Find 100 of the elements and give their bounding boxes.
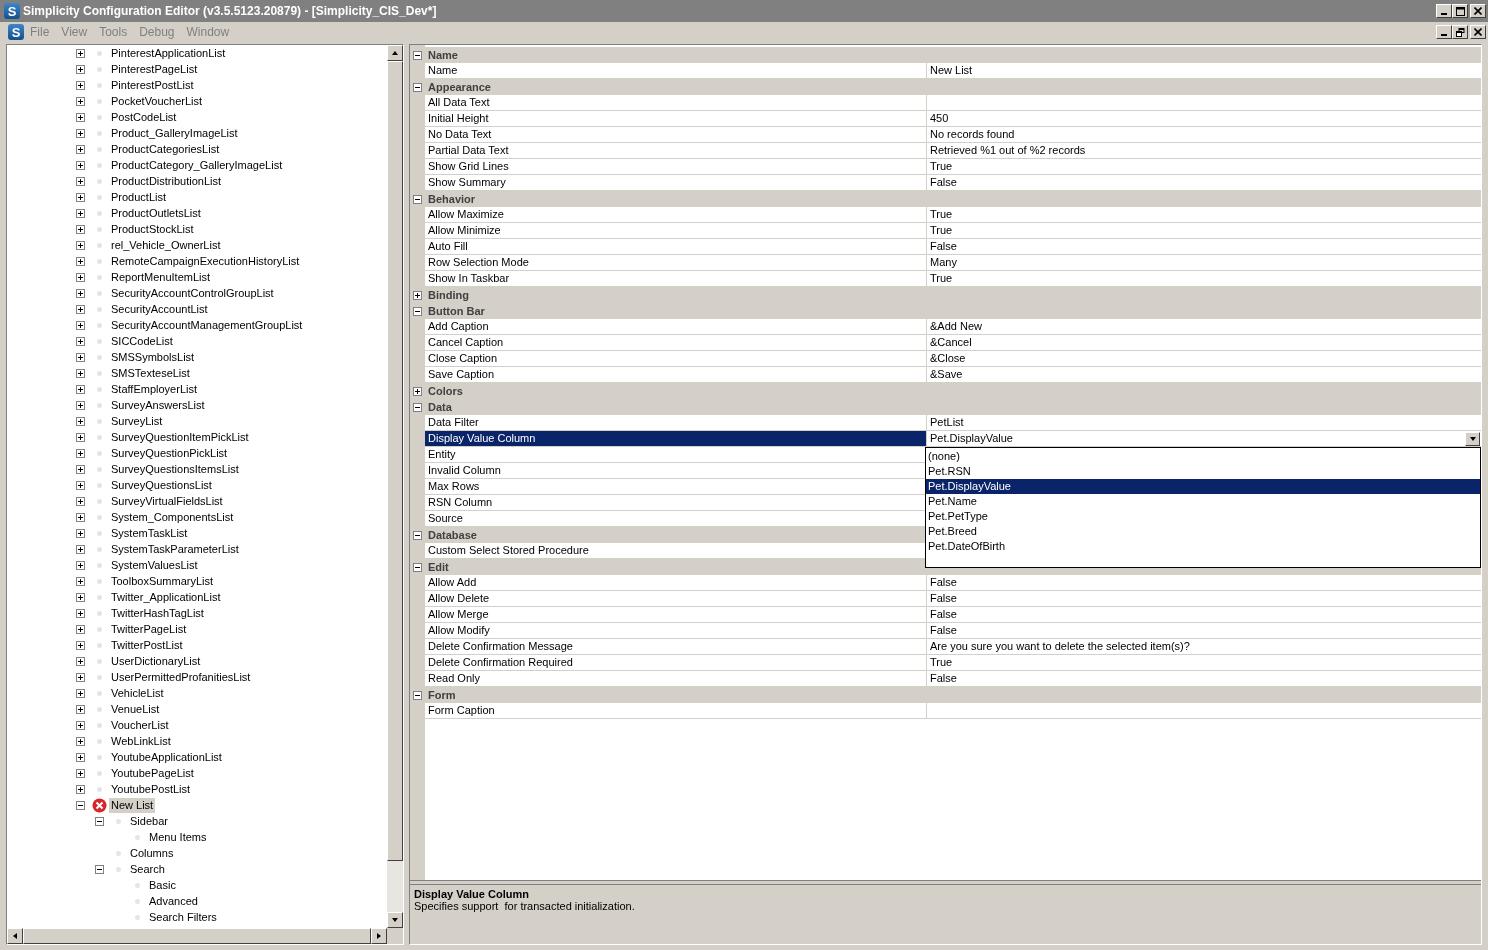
property-value[interactable]: False [930, 623, 1481, 638]
expand-toggle[interactable] [76, 736, 85, 746]
property-name[interactable]: Display Value Column [425, 431, 927, 447]
property-name[interactable]: Entity [425, 447, 927, 463]
tree-item[interactable]: SystemTaskList [109, 525, 190, 541]
property-value[interactable]: Retrieved %1 out of %2 records [930, 143, 1481, 158]
property-name[interactable]: Show Grid Lines [425, 159, 927, 175]
close-button[interactable] [1470, 4, 1486, 18]
tree-item[interactable]: Search Filters [147, 909, 219, 925]
property-name[interactable]: Allow Add [425, 575, 927, 591]
expand-toggle[interactable] [76, 560, 85, 570]
tree-item[interactable]: PinterestApplicationList [109, 45, 228, 61]
tree-item[interactable]: ProductOutletsList [109, 205, 203, 221]
tree-item[interactable]: ToolboxSummaryList [109, 573, 216, 589]
tree-item[interactable]: UserPermittedProfanitiesList [109, 669, 253, 685]
property-name[interactable]: Allow Minimize [425, 223, 927, 239]
property-value[interactable]: New List [930, 63, 1481, 78]
tree-item[interactable]: Columns [128, 845, 176, 861]
expand-toggle[interactable] [76, 480, 85, 490]
property-name[interactable]: Data Filter [425, 415, 927, 431]
tree-item[interactable]: SecurityAccountList [109, 301, 210, 317]
property-name[interactable]: Name [425, 63, 927, 79]
property-name[interactable]: Read Only [425, 671, 927, 687]
dropdown-option[interactable]: Pet.DisplayValue [926, 479, 1480, 494]
scroll-up-button[interactable] [387, 45, 403, 61]
tree-item[interactable]: Product_GalleryImageList [109, 125, 240, 141]
expand-toggle[interactable] [76, 656, 85, 666]
expand-toggle[interactable] [76, 768, 85, 778]
property-name[interactable]: Delete Confirmation Required [425, 655, 927, 671]
tree-item[interactable]: SurveyVirtualFieldsList [109, 493, 225, 509]
expand-toggle[interactable] [76, 624, 85, 634]
expand-toggle[interactable] [76, 288, 85, 298]
scroll-down-button[interactable] [387, 912, 403, 928]
tree-item[interactable]: Menu Items [147, 829, 209, 845]
scroll-right-button[interactable] [371, 928, 387, 944]
property-name[interactable]: Auto Fill [425, 239, 927, 255]
expand-toggle[interactable] [76, 512, 85, 522]
property-name[interactable]: No Data Text [425, 127, 927, 143]
property-value[interactable]: False [930, 175, 1481, 190]
expand-toggle[interactable] [76, 256, 85, 266]
expand-toggle[interactable] [76, 672, 85, 682]
tree-item[interactable]: ProductCategoriesList [109, 141, 222, 157]
expand-toggle[interactable] [76, 240, 85, 250]
expand-toggle[interactable] [76, 176, 85, 186]
property-name[interactable]: Source [425, 511, 927, 527]
expand-toggle[interactable] [413, 290, 422, 300]
property-name[interactable]: RSN Column [425, 495, 927, 511]
tree-item[interactable]: VehicleList [109, 685, 166, 701]
property-value[interactable]: False [930, 607, 1481, 622]
tree-item[interactable]: WebLinkList [109, 733, 173, 749]
expand-toggle[interactable] [76, 336, 85, 346]
expand-toggle[interactable] [76, 704, 85, 714]
expand-toggle[interactable] [76, 128, 85, 138]
tree-item[interactable]: System_ComponentsList [109, 509, 236, 525]
tree-item[interactable]: SurveyQuestionPickList [109, 445, 230, 461]
property-value[interactable]: True [930, 655, 1481, 670]
tree-item[interactable]: YoutubePostList [109, 781, 193, 797]
property-value[interactable]: 450 [930, 111, 1481, 126]
maximize-button[interactable] [1452, 4, 1468, 18]
property-name[interactable]: Initial Height [425, 111, 927, 127]
restore-button[interactable] [1452, 25, 1468, 39]
property-value[interactable]: &Close [930, 351, 1481, 366]
expand-toggle[interactable] [76, 64, 85, 74]
property-name[interactable]: Partial Data Text [425, 143, 927, 159]
property-value[interactable]: False [930, 671, 1481, 686]
property-name[interactable]: Delete Confirmation Message [425, 639, 927, 655]
tree-item[interactable]: SurveyAnswersList [109, 397, 207, 413]
expand-toggle[interactable] [76, 784, 85, 794]
expand-toggle[interactable] [76, 752, 85, 762]
collapse-toggle[interactable] [413, 82, 422, 92]
expand-toggle[interactable] [76, 416, 85, 426]
expand-toggle[interactable] [76, 224, 85, 234]
tree-item[interactable]: YoutubeApplicationList [109, 749, 224, 765]
property-name[interactable]: Max Rows [425, 479, 927, 495]
property-value[interactable]: &Cancel [930, 335, 1481, 350]
collapse-toggle[interactable] [413, 50, 422, 60]
property-name[interactable]: Custom Select Stored Procedure [425, 543, 927, 559]
expand-toggle[interactable] [76, 160, 85, 170]
expand-toggle[interactable] [76, 592, 85, 602]
expand-toggle[interactable] [76, 112, 85, 122]
tree-item[interactable]: Search [128, 861, 167, 877]
tree-item[interactable]: SurveyQuestionsList [109, 477, 214, 493]
expand-toggle[interactable] [76, 640, 85, 650]
property-name[interactable]: Row Selection Mode [425, 255, 927, 271]
property-value[interactable]: PetList [930, 415, 1481, 430]
tree-item[interactable]: SMSSymbolsList [109, 349, 197, 365]
expand-toggle[interactable] [76, 368, 85, 378]
property-name[interactable]: Add Caption [425, 319, 927, 335]
tree-item[interactable]: rel_Vehicle_OwnerList [109, 237, 223, 253]
property-value[interactable]: No records found [930, 127, 1481, 142]
expand-toggle[interactable] [76, 720, 85, 730]
expand-toggle[interactable] [76, 464, 85, 474]
property-value[interactable]: Are you sure you want to delete the selected item(s)? [930, 639, 1481, 654]
tree-item[interactable]: VenueList [109, 701, 162, 717]
tree-item[interactable]: SurveyList [109, 413, 165, 429]
tree-item[interactable]: YoutubePageList [109, 765, 196, 781]
tree-item[interactable]: Sidebar [128, 813, 170, 829]
close-button[interactable] [1470, 25, 1486, 39]
tree-item[interactable]: ReportMenuItemList [109, 269, 213, 285]
property-name[interactable]: Allow Maximize [425, 207, 927, 223]
